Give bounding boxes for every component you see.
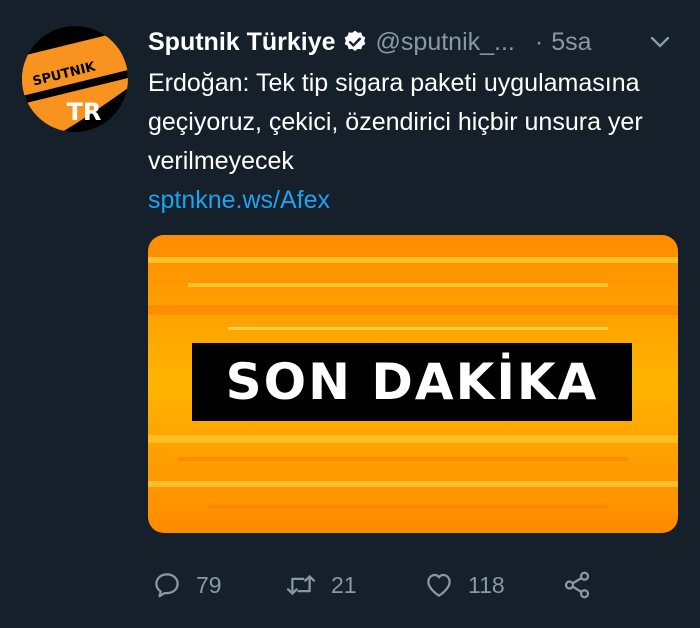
- tweet-actions: 79 21 118: [152, 563, 602, 607]
- chevron-down-icon[interactable]: [648, 30, 672, 54]
- tweet-header: Sputnik Türkiye @sputnik_... · 5sa: [148, 22, 682, 62]
- display-name[interactable]: Sputnik Türkiye: [148, 28, 336, 57]
- tweet-link[interactable]: sptnkne.ws/Afex: [148, 181, 688, 220]
- retweet-button[interactable]: 21: [285, 563, 357, 607]
- share-button[interactable]: [562, 563, 606, 607]
- separator-dot: ·: [534, 27, 544, 56]
- share-icon: [564, 571, 590, 599]
- banner-text: SON DAKİKA: [192, 343, 632, 421]
- like-icon: [427, 573, 451, 597]
- avatar-badge-text: TR: [67, 98, 102, 126]
- retweet-icon: [286, 575, 316, 595]
- tweet[interactable]: SPUTNIK TR Sputnik Türkiye @sputnik_... …: [0, 0, 700, 628]
- verified-icon: [344, 30, 365, 51]
- reply-count: 79: [196, 571, 222, 598]
- reply-button[interactable]: 79: [152, 563, 222, 607]
- tweet-content: Sputnik Türkiye @sputnik_... · 5sa Erdoğ…: [148, 22, 682, 220]
- tweet-time[interactable]: 5sa: [551, 28, 591, 57]
- user-handle[interactable]: @sputnik_...: [376, 28, 515, 57]
- retweet-count: 21: [331, 571, 357, 598]
- like-button[interactable]: 118: [424, 563, 505, 607]
- tweet-text-block: Erdoğan: Tek tip sigara paketi uygulamas…: [148, 64, 688, 220]
- tweet-text: Erdoğan: Tek tip sigara paketi uygulamas…: [148, 69, 643, 175]
- like-count: 118: [468, 571, 505, 598]
- sputnik-logo: SPUTNIK TR: [22, 26, 128, 132]
- avatar[interactable]: SPUTNIK TR: [22, 26, 128, 132]
- tweet-media[interactable]: SON DAKİKA: [148, 235, 678, 533]
- reply-icon: [155, 573, 179, 598]
